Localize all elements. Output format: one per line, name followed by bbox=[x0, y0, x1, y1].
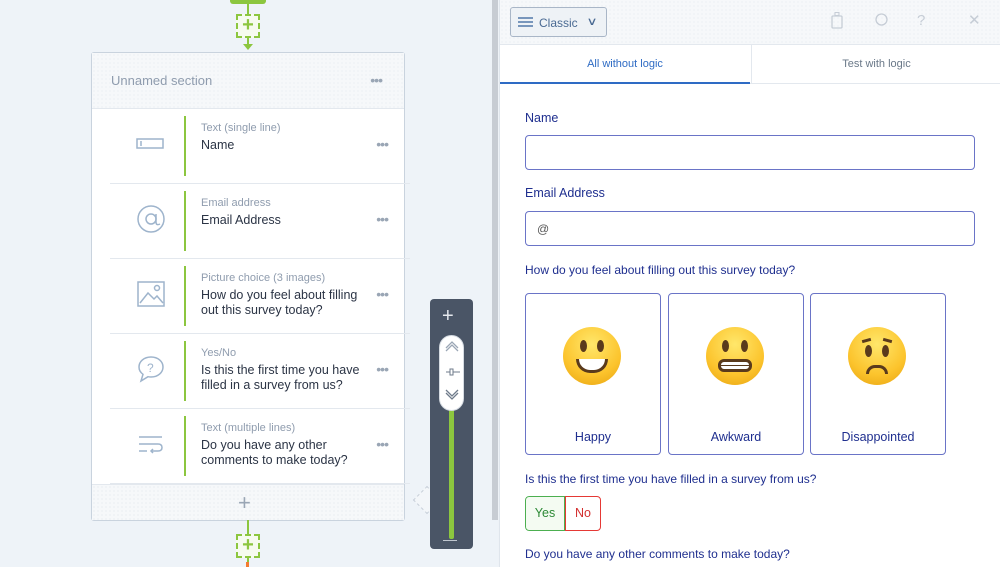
question-accent-bar bbox=[184, 416, 186, 476]
at-sign-icon bbox=[136, 204, 166, 234]
question-label: How do you feel about filling out this s… bbox=[201, 288, 358, 317]
tab-all-without-logic[interactable]: All without logic bbox=[500, 45, 750, 84]
name-field-label: Name bbox=[525, 111, 559, 125]
picture-choice-happy[interactable]: Happy bbox=[525, 293, 661, 455]
question-label: Do you have any other comments to make t… bbox=[201, 438, 348, 467]
zoom-track[interactable] bbox=[449, 409, 454, 539]
section-card[interactable]: Unnamed section ••• Text (single line) N… bbox=[91, 52, 410, 521]
question-label: Email Address bbox=[201, 213, 281, 227]
no-button[interactable]: No bbox=[565, 496, 601, 531]
add-question-button[interactable]: + bbox=[238, 490, 251, 516]
image-icon bbox=[136, 279, 166, 309]
question-type: Picture choice (3 images) bbox=[201, 272, 326, 284]
list-icon bbox=[518, 17, 533, 27]
help-icon[interactable]: ? bbox=[917, 12, 925, 29]
question-more-icon[interactable]: ••• bbox=[376, 362, 389, 376]
view-mode-dropdown[interactable]: Classic ∨ bbox=[510, 7, 607, 37]
comments-question: Do you have any other comments to make t… bbox=[525, 547, 790, 561]
text-single-line-icon bbox=[136, 129, 166, 159]
question-accent-bar bbox=[184, 116, 186, 176]
question-accent-bar bbox=[184, 341, 186, 401]
preview-tabs: All without logic Test with logic bbox=[500, 44, 1000, 84]
question-item-multiline-text[interactable]: Text (multiple lines) Do you have any ot… bbox=[110, 409, 410, 484]
question-item-yes-no[interactable]: ? Yes/No Is this the first time you have… bbox=[110, 334, 410, 409]
chevron-down-icon: ∨ bbox=[586, 16, 598, 28]
question-item-name[interactable]: Text (single line) Name ••• bbox=[110, 109, 410, 184]
flow-arrow-icon bbox=[243, 44, 253, 50]
add-step-bottom-button[interactable]: + bbox=[236, 534, 260, 558]
section-footer: + bbox=[92, 484, 404, 520]
zoom-slider-handle[interactable] bbox=[439, 335, 464, 411]
question-type: Text (single line) bbox=[201, 122, 281, 134]
mobile-device-icon[interactable] bbox=[831, 12, 843, 33]
yes-no-toggle: Yes No bbox=[525, 496, 602, 531]
question-item-picture-choice[interactable]: Picture choice (3 images) How do you fee… bbox=[110, 259, 410, 334]
question-type: Email address bbox=[201, 197, 271, 209]
picture-choice-awkward[interactable]: Awkward bbox=[668, 293, 804, 455]
chevron-up-icon[interactable] bbox=[445, 339, 459, 356]
yes-no-question: Is this the first time you have filled i… bbox=[525, 472, 817, 486]
picture-choice-caption: Disappointed bbox=[841, 430, 915, 444]
question-accent-bar bbox=[184, 191, 186, 251]
zoom-in-icon[interactable]: + bbox=[442, 305, 454, 328]
question-type: Text (multiple lines) bbox=[201, 422, 296, 434]
email-input[interactable]: @ bbox=[525, 211, 975, 246]
picture-choice-caption: Happy bbox=[574, 430, 612, 444]
builder-scrollbar[interactable] bbox=[492, 0, 498, 520]
chevron-down-icon[interactable] bbox=[445, 388, 459, 405]
question-type: Yes/No bbox=[201, 347, 237, 359]
email-field-label: Email Address bbox=[525, 186, 605, 200]
speech-question-icon: ? bbox=[136, 354, 166, 384]
section-more-icon[interactable]: ••• bbox=[370, 73, 383, 87]
grimacing-face-icon bbox=[706, 327, 764, 385]
slider-grip-icon bbox=[446, 366, 460, 380]
question-more-icon[interactable]: ••• bbox=[376, 137, 389, 151]
add-step-top-button[interactable]: + bbox=[236, 14, 260, 38]
zoom-out-icon[interactable] bbox=[443, 540, 457, 541]
text-multi-line-icon bbox=[136, 429, 166, 459]
preview-panel: Classic ∨ ? ✕ All without logic Test wit… bbox=[499, 0, 1000, 567]
email-placeholder: @ bbox=[537, 222, 550, 236]
flow-connector-end bbox=[246, 562, 249, 567]
smiling-face-icon bbox=[563, 327, 621, 385]
name-input[interactable] bbox=[525, 135, 975, 170]
picture-choice-caption: Awkward bbox=[710, 430, 762, 444]
question-more-icon[interactable]: ••• bbox=[376, 437, 389, 451]
question-label: Name bbox=[201, 138, 235, 152]
zoom-control: + bbox=[430, 299, 473, 549]
form-builder-canvas: + Unnamed section ••• Text (single line)… bbox=[0, 0, 498, 567]
preview-toolbar: Classic ∨ ? ✕ bbox=[500, 0, 1000, 44]
question-accent-bar bbox=[184, 266, 186, 326]
svg-text:?: ? bbox=[147, 361, 154, 375]
view-mode-label: Classic bbox=[539, 16, 578, 30]
refresh-icon[interactable] bbox=[874, 12, 889, 31]
tab-test-with-logic[interactable]: Test with logic bbox=[751, 45, 1000, 84]
section-header[interactable]: Unnamed section ••• bbox=[92, 53, 404, 109]
picture-choice-disappointed[interactable]: Disappointed bbox=[810, 293, 946, 455]
close-icon[interactable]: ✕ bbox=[968, 11, 981, 29]
question-more-icon[interactable]: ••• bbox=[376, 287, 389, 301]
yes-button[interactable]: Yes bbox=[525, 496, 565, 531]
question-item-email[interactable]: Email address Email Address ••• bbox=[110, 184, 410, 259]
picture-choice-question: How do you feel about filling out this s… bbox=[525, 263, 796, 277]
frowning-face-icon bbox=[848, 327, 906, 385]
section-title: Unnamed section bbox=[111, 73, 213, 88]
question-more-icon[interactable]: ••• bbox=[376, 212, 389, 226]
question-label: Is this the first time you have filled i… bbox=[201, 363, 360, 392]
